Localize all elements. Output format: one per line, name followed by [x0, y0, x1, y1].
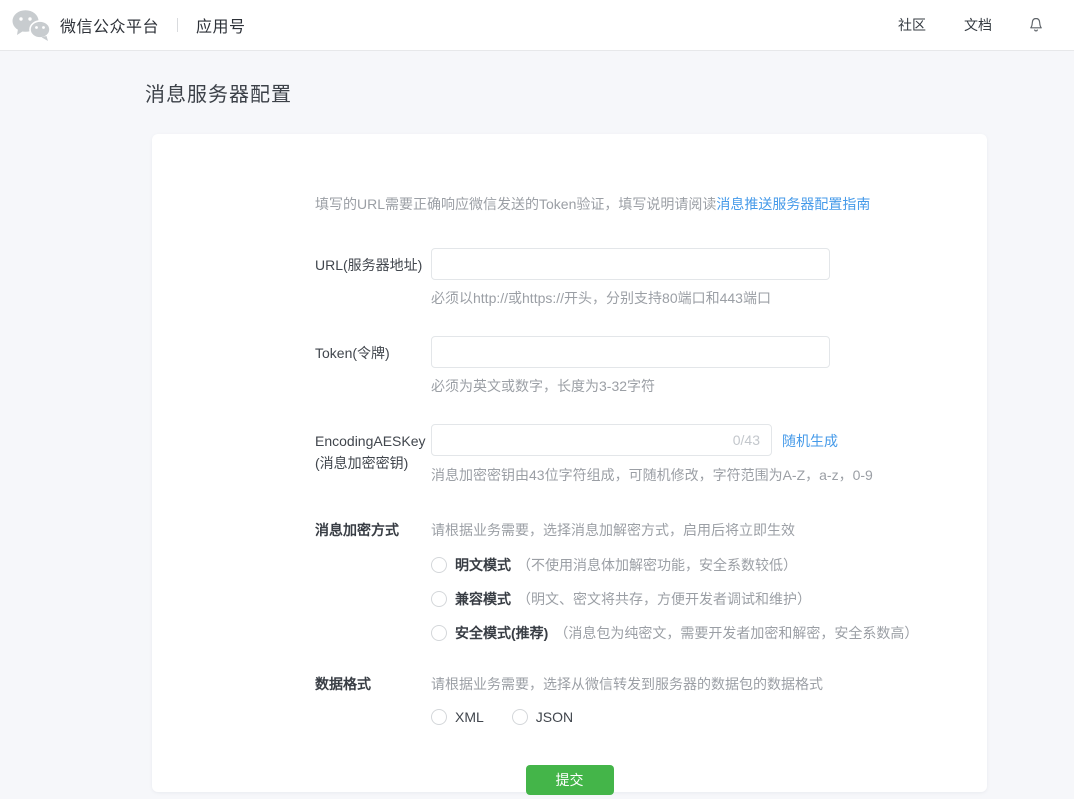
encrypt-mode-row: 消息加密方式 请根据业务需要，选择消息加解密方式，启用后将立即生效 明文模式 （… [315, 513, 987, 643]
radio-option-name: 明文模式 [455, 555, 511, 575]
header-left: 微信公众平台 应用号 [10, 8, 246, 42]
radio-option-secure-mode[interactable]: 安全模式(推荐) （消息包为纯密文，需要开发者加密和解密，安全系数高） [431, 623, 987, 643]
url-hint: 必须以http://或https://开头，分别支持80端口和443端口 [431, 289, 987, 307]
page-title: 消息服务器配置 [145, 78, 1074, 107]
radio-option-plaintext-mode[interactable]: 明文模式 （不使用消息体加解密功能，安全系数较低） [431, 555, 987, 575]
wechat-logo-icon [10, 8, 52, 42]
aeskey-hint: 消息加密密钥由43位字符组成，可随机修改，字符范围为A-Z，a-z，0-9 [431, 466, 987, 484]
token-control: 必须为英文或数字，长度为3-32字符 [431, 336, 987, 395]
data-format-label: 数据格式 [315, 667, 431, 725]
radio-option-json[interactable]: JSON [512, 709, 573, 725]
url-control: 必须以http://或https://开头，分别支持80端口和443端口 [431, 248, 987, 307]
submit-button[interactable]: 提交 [526, 765, 614, 795]
encrypt-mode-description: 请根据业务需要，选择消息加解密方式，启用后将立即生效 [431, 513, 987, 541]
header-right: 社区 文档 [860, 15, 1046, 35]
radio-option-xml[interactable]: XML [431, 709, 484, 725]
token-row: Token(令牌) 必须为英文或数字，长度为3-32字符 [315, 336, 987, 395]
radio-icon[interactable] [512, 709, 528, 725]
radio-icon[interactable] [431, 625, 447, 641]
nav-community-link[interactable]: 社区 [898, 15, 926, 35]
radio-option-note: （消息包为纯密文，需要开发者加密和解密，安全系数高） [554, 623, 918, 643]
radio-icon[interactable] [431, 709, 447, 725]
data-format-control: 请根据业务需要，选择从微信转发到服务器的数据包的数据格式 XML JSON [431, 667, 987, 725]
brand-divider [177, 18, 178, 32]
aeskey-label-line2: (消息加密密钥) [315, 452, 431, 474]
nav-docs-link[interactable]: 文档 [964, 15, 992, 35]
url-input[interactable] [431, 248, 830, 280]
aeskey-input[interactable] [431, 424, 772, 456]
submit-area: 提交 [152, 765, 987, 795]
token-label: Token(令牌) [315, 336, 431, 395]
radio-option-name: 安全模式(推荐) [455, 623, 548, 643]
token-input[interactable] [431, 336, 830, 368]
token-hint: 必须为英文或数字，长度为3-32字符 [431, 377, 987, 395]
aeskey-label: EncodingAESKey (消息加密密钥) [315, 424, 431, 484]
radio-option-note: （不使用消息体加解密功能，安全系数较低） [517, 555, 797, 575]
config-card: 填写的URL需要正确响应微信发送的Token验证，填写说明请阅读消息推送服务器配… [152, 134, 987, 792]
url-row: URL(服务器地址) 必须以http://或https://开头，分别支持80端… [315, 248, 987, 307]
radio-option-name: XML [455, 709, 484, 725]
app-name: 应用号 [196, 13, 246, 37]
intro-text-plain: 填写的URL需要正确响应微信发送的Token验证，填写说明请阅读 [315, 196, 716, 212]
aeskey-label-line1: EncodingAESKey [315, 430, 431, 452]
radio-icon[interactable] [431, 557, 447, 573]
radio-option-compatible-mode[interactable]: 兼容模式 （明文、密文将共存，方便开发者调试和维护） [431, 589, 987, 609]
aeskey-row: EncodingAESKey (消息加密密钥) 0/43 随机生成 消息加密密钥… [315, 424, 987, 484]
encrypt-mode-label: 消息加密方式 [315, 513, 431, 643]
radio-option-name: 兼容模式 [455, 589, 511, 609]
config-guide-link[interactable]: 消息推送服务器配置指南 [716, 196, 870, 212]
radio-option-name: JSON [536, 709, 573, 725]
data-format-options: XML JSON [431, 709, 987, 725]
notification-bell-icon[interactable] [1026, 15, 1046, 35]
aeskey-input-wrap: 0/43 [431, 424, 772, 456]
encrypt-mode-control: 请根据业务需要，选择消息加解密方式，启用后将立即生效 明文模式 （不使用消息体加… [431, 513, 987, 643]
radio-option-note: （明文、密文将共存，方便开发者调试和维护） [517, 589, 811, 609]
intro-text: 填写的URL需要正确响应微信发送的Token验证，填写说明请阅读消息推送服务器配… [315, 194, 987, 214]
radio-icon[interactable] [431, 591, 447, 607]
url-label: URL(服务器地址) [315, 248, 431, 307]
brand-title: 微信公众平台 [60, 13, 159, 37]
aeskey-control: 0/43 随机生成 消息加密密钥由43位字符组成，可随机修改，字符范围为A-Z，… [431, 424, 987, 484]
random-generate-link[interactable]: 随机生成 [782, 433, 838, 449]
data-format-description: 请根据业务需要，选择从微信转发到服务器的数据包的数据格式 [431, 667, 987, 695]
data-format-row: 数据格式 请根据业务需要，选择从微信转发到服务器的数据包的数据格式 XML JS… [315, 667, 987, 725]
top-header: 微信公众平台 应用号 社区 文档 [0, 0, 1074, 51]
